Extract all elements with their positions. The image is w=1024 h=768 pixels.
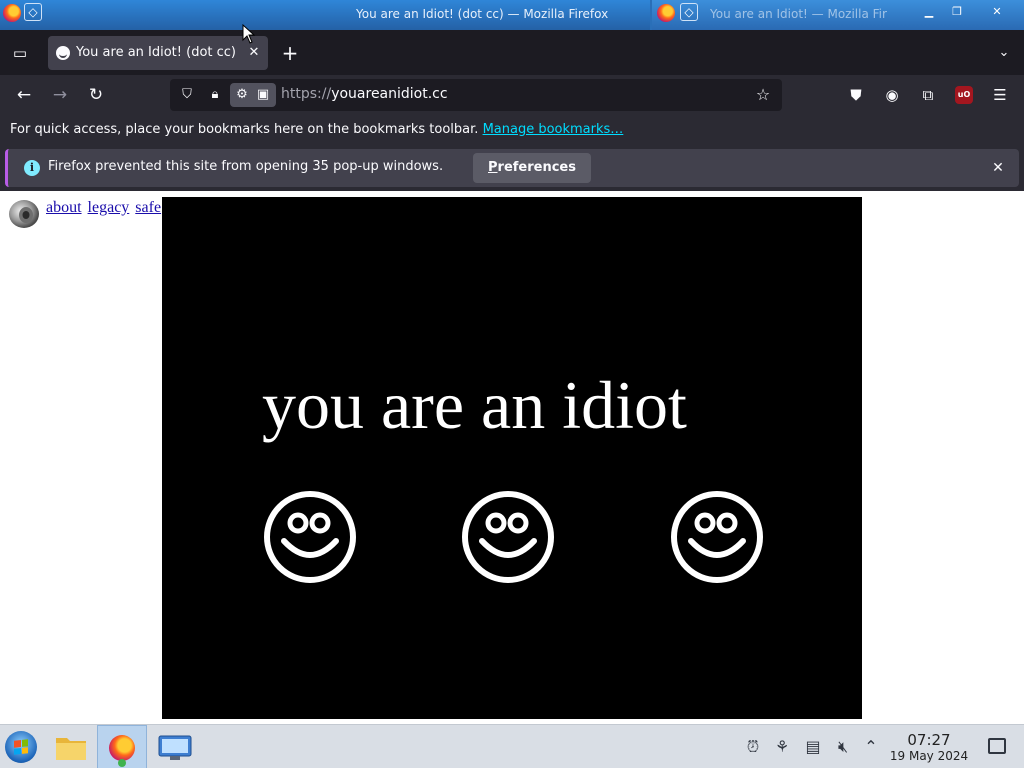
- preferences-button[interactable]: Preferences: [473, 153, 591, 183]
- windows-flag-icon: [14, 739, 28, 755]
- firefox-icon: [109, 735, 135, 761]
- bookmarks-hint: For quick access, place your bookmarks h…: [10, 122, 623, 137]
- url-host: youareanidiot.cc: [331, 86, 448, 102]
- bookmarks-toolbar: For quick access, place your bookmarks h…: [0, 115, 1024, 145]
- clock-date[interactable]: 19 May 2024: [885, 749, 973, 763]
- manage-bookmarks-link[interactable]: Manage bookmarks…: [483, 122, 624, 137]
- window-menu-icon[interactable]: ◇: [24, 3, 42, 21]
- tab-bar: ▭ You are an Idiot! (dot cc) ✕ + ⌄: [0, 30, 1024, 75]
- url-scheme: https://: [281, 86, 332, 102]
- folder-icon: [56, 738, 86, 760]
- show-desktop-icon[interactable]: [988, 738, 1006, 754]
- taskbar-system-monitor[interactable]: [150, 725, 200, 768]
- tab-active[interactable]: You are an Idiot! (dot cc) ✕: [48, 36, 268, 70]
- smiley-face-icon: [264, 491, 356, 583]
- tune-icon: ⚙: [236, 87, 248, 102]
- info-icon: i: [24, 160, 40, 176]
- popup-blocked-icon: ▣: [256, 87, 270, 102]
- smiley-favicon-icon: [56, 46, 70, 60]
- minimize-icon[interactable]: ▁: [920, 4, 938, 19]
- url-text[interactable]: https://youareanidiot.cc: [281, 86, 448, 102]
- back-button[interactable]: ←: [12, 84, 36, 106]
- notification-close-icon[interactable]: ✕: [988, 158, 1008, 178]
- bookmarks-hint-text: For quick access, place your bookmarks h…: [10, 122, 483, 137]
- taskbar-firefox[interactable]: [97, 725, 147, 768]
- firefox-icon: [3, 4, 21, 22]
- smiley-face-icon: [671, 491, 763, 583]
- idiot-headline: you are an idiot: [262, 367, 687, 443]
- clock-time[interactable]: 07:27: [890, 731, 968, 749]
- safe-link[interactable]: safe: [135, 199, 161, 216]
- popup-blocked-notification: i Firefox prevented this site from openi…: [0, 145, 1024, 191]
- about-link[interactable]: about: [46, 199, 82, 216]
- firefox-icon: [657, 4, 675, 22]
- lock-icon[interactable]: 🔒︎: [206, 87, 224, 103]
- volume-muted-icon[interactable]: 🔇︎: [832, 736, 854, 758]
- forward-button[interactable]: →: [48, 84, 72, 106]
- chevron-up-icon[interactable]: ⌃: [860, 736, 882, 758]
- running-indicator-icon: [118, 759, 126, 767]
- preferences-label: references: [497, 160, 576, 175]
- taskbar-file-manager[interactable]: [46, 725, 96, 768]
- background-window-titlebar[interactable]: ◇ You are an Idiot! — Mozilla Fir ▁ ❐ ✕: [652, 0, 1024, 30]
- page-links: about legacy safe: [46, 199, 163, 217]
- mouse-cursor-icon: [242, 24, 256, 44]
- tab-close-icon[interactable]: ✕: [246, 44, 262, 62]
- ublock-origin-icon[interactable]: uO: [955, 86, 973, 104]
- reload-button[interactable]: ↻: [84, 84, 108, 106]
- idiot-animation-stage: you are an idiot: [162, 197, 862, 719]
- window-title-strip: ◇ You are an Idiot! (dot cc) — Mozilla F…: [0, 0, 1024, 30]
- close-icon[interactable]: ✕: [988, 4, 1006, 19]
- hamburger-menu-icon[interactable]: ☰: [989, 84, 1011, 106]
- list-all-tabs-icon[interactable]: ⌄: [993, 42, 1015, 64]
- pocket-icon[interactable]: ⛊: [845, 84, 867, 106]
- legacy-link[interactable]: legacy: [88, 199, 130, 216]
- alarm-icon[interactable]: ⏰︎: [742, 736, 764, 758]
- window-title: You are an Idiot! (dot cc) — Mozilla Fir…: [356, 7, 609, 21]
- url-bar[interactable]: ⛉ 🔒︎ ⚙ ▣ https://youareanidiot.cc ☆: [170, 79, 782, 111]
- monitor-icon: [158, 735, 192, 760]
- firefox-view-icon[interactable]: ▭: [9, 42, 31, 64]
- smiley-face-icon: [462, 491, 554, 583]
- window-menu-icon[interactable]: ◇: [680, 3, 698, 21]
- notification-box: i Firefox prevented this site from openi…: [5, 149, 1019, 187]
- preferences-accesskey: P: [488, 160, 498, 175]
- clipboard-manager-icon[interactable]: ⚘: [771, 736, 793, 758]
- page-content: about legacy safe you are an idiot: [0, 191, 1024, 724]
- speaker-icon[interactable]: [8, 199, 40, 229]
- tab-title: You are an Idiot! (dot cc): [76, 45, 236, 60]
- extensions-icon[interactable]: ⧉: [917, 84, 939, 106]
- account-icon[interactable]: ◉: [881, 84, 903, 106]
- new-tab-button[interactable]: +: [279, 42, 301, 64]
- taskbar: ⏰︎ ⚘ ▤ 🔇︎ ⌃ 07:27 19 May 2024: [0, 724, 1024, 768]
- active-window-titlebar[interactable]: ◇ You are an Idiot! (dot cc) — Mozilla F…: [0, 0, 650, 30]
- clipboard-icon[interactable]: ▤: [802, 736, 824, 758]
- start-menu-button[interactable]: [5, 731, 37, 763]
- navigation-toolbar: ← → ↻ ⛉ 🔒︎ ⚙ ▣ https://youareanidiot.cc …: [0, 75, 1024, 115]
- notification-text: Firefox prevented this site from opening…: [48, 159, 444, 174]
- shield-icon[interactable]: ⛉: [178, 87, 196, 103]
- bookmark-star-icon[interactable]: ☆: [754, 86, 772, 104]
- maximize-icon[interactable]: ❐: [948, 4, 966, 19]
- site-permissions-button[interactable]: ⚙ ▣: [230, 83, 276, 107]
- background-window-title: You are an Idiot! — Mozilla Fir: [710, 7, 887, 21]
